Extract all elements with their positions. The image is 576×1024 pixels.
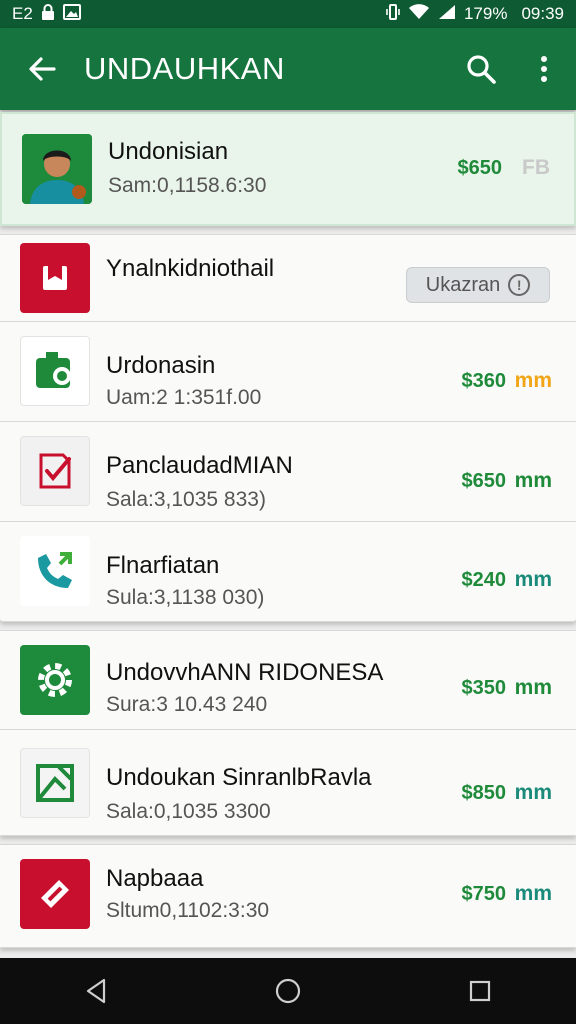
battery-percent: 179%	[463, 4, 508, 23]
item-name: Ynalnkidniothail	[106, 255, 275, 282]
status-right: 179% 09:39	[386, 3, 564, 26]
nav-back-button[interactable]	[56, 958, 136, 1024]
update-button-label: Ukazran	[425, 273, 501, 296]
camera-icon	[20, 336, 90, 406]
search-button[interactable]	[450, 28, 512, 110]
item-meta: Uam:2 1:351f.00	[106, 386, 262, 409]
item-price: $350	[461, 677, 507, 699]
status-left-text: E2	[12, 4, 33, 23]
screen: E2 179% 09:39 UNDAUHKAN Undonisian Sam:0…	[0, 0, 576, 1024]
app-bar: UNDAUHKAN	[0, 28, 576, 110]
back-button[interactable]	[0, 28, 84, 110]
item-price: $750	[461, 883, 507, 905]
nav-recents-icon	[469, 980, 491, 1002]
item-badge: mm	[514, 882, 552, 905]
item-meta: Sala:3,1035 833)	[106, 488, 266, 511]
item-meta: Sula:3,1138 030)	[106, 586, 265, 609]
item-meta: Sltum0,1102:3:30	[106, 899, 270, 922]
lock-icon	[41, 3, 55, 25]
list-item[interactable]: Undonisian Sam:0,1158.6:30 $650 FB	[0, 112, 576, 226]
item-badge: mm	[514, 676, 552, 699]
checklist-icon	[20, 436, 90, 506]
item-meta: Sura:3 10.43 240	[106, 693, 268, 716]
list-item[interactable]: Urdonasin Uam:2 1:351f.00 $360 mm	[0, 322, 576, 422]
more-options-button[interactable]	[512, 28, 576, 110]
settings-icon	[20, 645, 90, 715]
list-item[interactable]: Ynalnkidniothail Ukazran !	[0, 234, 576, 322]
list-item[interactable]: Undoukan SinranlbRavla Sala:0,1035 3300 …	[0, 730, 576, 836]
nav-back-icon	[86, 978, 106, 1004]
item-name: Flnarfiatan	[106, 552, 220, 579]
item-price: $850	[461, 782, 507, 804]
item-name: Undoukan SinranlbRavla	[106, 764, 372, 791]
nav-recents-button[interactable]	[440, 958, 520, 1024]
item-badge: mm	[514, 469, 552, 492]
more-vert-icon	[541, 56, 547, 82]
vibrate-icon	[386, 3, 400, 26]
arrow-back-icon	[29, 57, 56, 81]
item-name: PanclaudadMIAN	[106, 452, 293, 479]
info-icon: !	[508, 274, 531, 296]
nav-home-icon	[275, 978, 301, 1004]
item-badge: mm	[514, 568, 552, 591]
list-item[interactable]: Flnarfiatan Sula:3,1138 030) $240 mm	[0, 522, 576, 622]
item-name: Urdonasin	[106, 352, 216, 379]
update-button[interactable]: Ukazran !	[406, 267, 550, 303]
item-badge: mm	[514, 369, 552, 392]
item-name: UndovvhANN RIDONESA	[106, 659, 384, 686]
item-name: Undonisian	[108, 138, 229, 165]
clock: 09:39	[521, 4, 564, 23]
bookmark-icon	[20, 243, 90, 313]
image-icon	[62, 3, 81, 25]
list-item[interactable]: Napbaaa Sltum0,1102:3:30 $750 mm	[0, 844, 576, 948]
status-bar: E2 179% 09:39	[0, 0, 576, 28]
phone-icon	[20, 536, 90, 606]
avatar-icon	[22, 134, 92, 204]
item-meta: Sala:0,1035 3300	[106, 800, 271, 823]
item-badge: FB	[522, 156, 550, 179]
item-badge: mm	[514, 781, 552, 804]
item-price: $650	[461, 470, 507, 492]
list-item[interactable]: UndovvhANN RIDONESA Sura:3 10.43 240 $35…	[0, 630, 576, 730]
list-item[interactable]: PanclaudadMIAN Sala:3,1035 833) $650 mm	[0, 422, 576, 522]
item-price: $240	[461, 569, 507, 591]
status-left: E2	[12, 3, 81, 25]
item-name: Napbaaa	[106, 865, 204, 892]
item-price: $650	[457, 157, 503, 179]
signal-icon	[438, 4, 456, 25]
wifi-icon	[408, 3, 430, 25]
tag-icon	[20, 859, 90, 929]
image-edit-icon	[20, 748, 90, 818]
item-meta: Sam:0,1158.6:30	[108, 174, 267, 197]
page-title: UNDAUHKAN	[84, 51, 285, 86]
search-icon	[467, 55, 496, 84]
nav-home-button[interactable]	[248, 958, 328, 1024]
navigation-bar	[0, 958, 576, 1024]
item-price: $360	[461, 370, 507, 392]
